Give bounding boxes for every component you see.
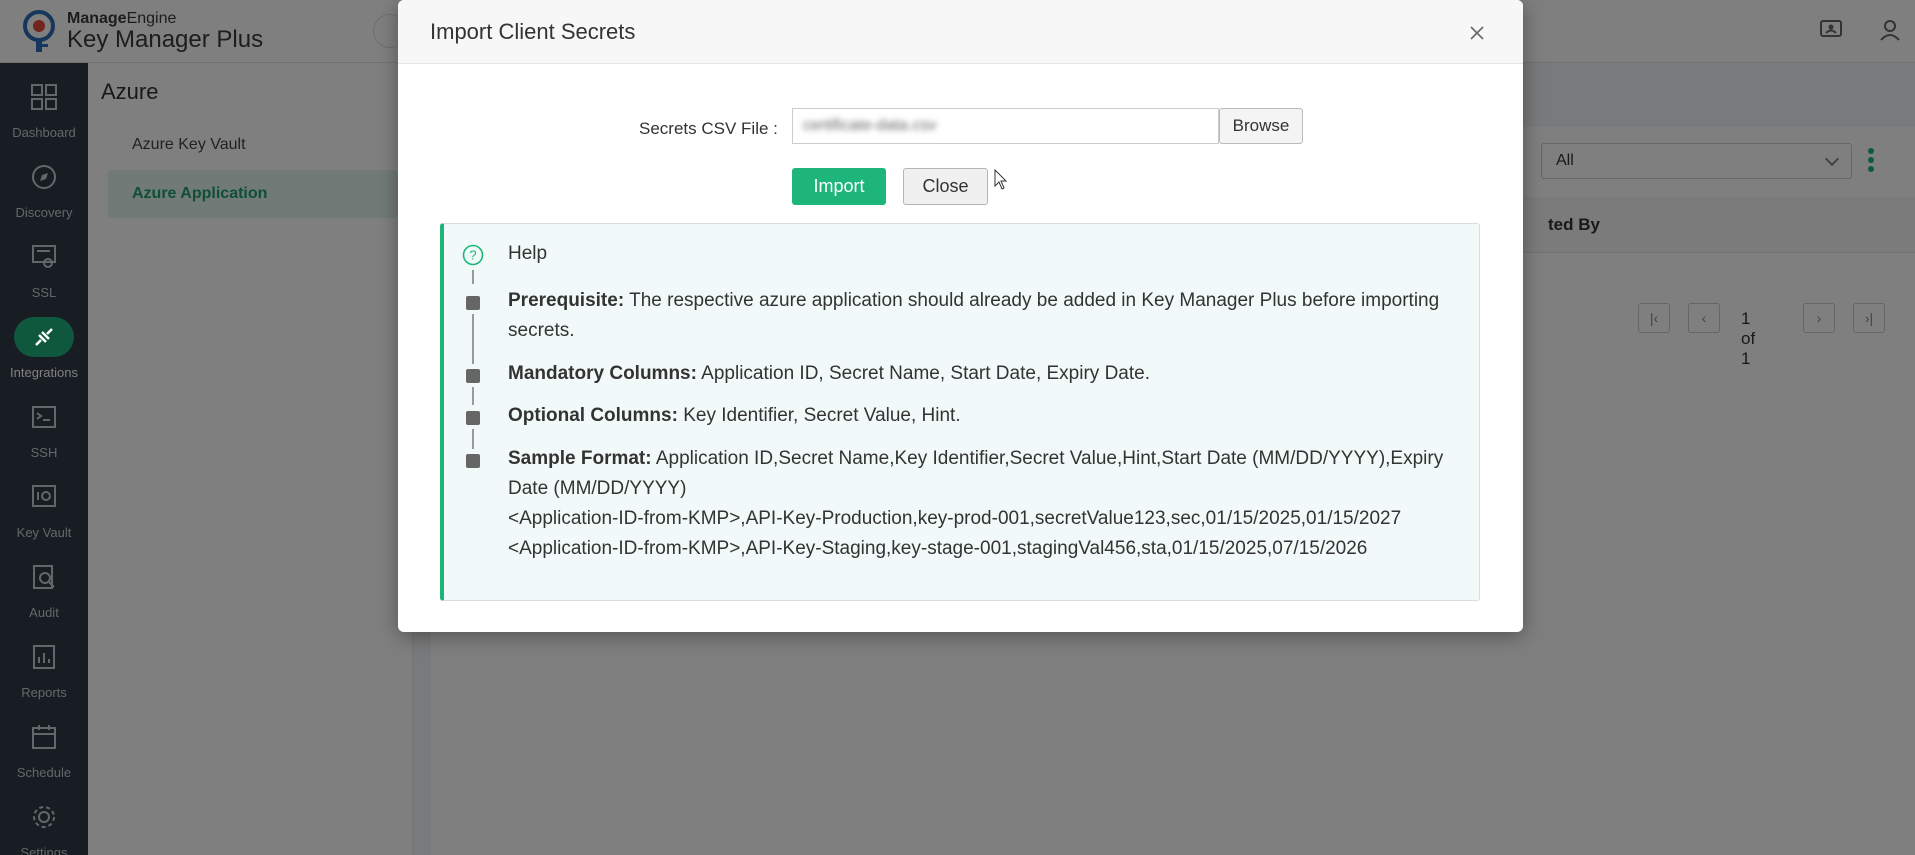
help-item-text: Key Identifier, Secret Value, Hint.	[677, 405, 961, 426]
bullet-marker	[466, 296, 480, 310]
help-item-text: The respective azure application should …	[508, 290, 1440, 341]
import-client-secrets-dialog: Import Client Secrets Secrets CSV File :…	[398, 0, 1523, 632]
help-item-heading: Sample Format:	[508, 448, 652, 469]
sample-line: <Application-ID-from-KMP>,API-Key-Produc…	[508, 508, 1402, 529]
plug-icon	[35, 328, 53, 346]
help-item-sample-format: Sample Format: Application ID,Secret Nam…	[508, 444, 1468, 564]
bullet-marker	[466, 411, 480, 425]
sample-line: <Application-ID-from-KMP>,API-Key-Stagin…	[508, 538, 1368, 559]
dialog-header: Import Client Secrets	[398, 0, 1523, 64]
help-item-heading: Mandatory Columns:	[508, 363, 697, 384]
help-item-text: Application ID, Secret Name, Start Date,…	[696, 363, 1150, 384]
timeline-connector	[472, 429, 474, 449]
svg-text:?: ?	[469, 248, 476, 263]
selected-file-name: certificate-data.csv	[803, 117, 937, 134]
close-button[interactable]: Close	[903, 168, 988, 205]
help-item-heading: Optional Columns:	[508, 405, 678, 426]
close-icon[interactable]	[1469, 25, 1485, 41]
dialog-title: Import Client Secrets	[430, 19, 636, 44]
secrets-csv-file-label: Secrets CSV File :	[639, 119, 778, 138]
mouse-cursor-icon	[994, 169, 1008, 190]
timeline-connector	[472, 270, 474, 284]
help-title: Help	[508, 243, 548, 264]
help-item-optional-columns: Optional Columns: Key Identifier, Secret…	[508, 401, 1468, 431]
import-button[interactable]: Import	[792, 168, 886, 205]
bullet-marker	[466, 454, 480, 468]
timeline-connector	[472, 314, 474, 364]
browse-button[interactable]: Browse	[1219, 108, 1303, 144]
bullet-marker	[466, 369, 480, 383]
help-item-mandatory-columns: Mandatory Columns: Application ID, Secre…	[508, 359, 1468, 389]
help-circle-icon: ?	[462, 244, 484, 266]
secrets-csv-file-input[interactable]: certificate-data.csv	[792, 108, 1219, 144]
help-item-prerequisite: Prerequisite: The respective azure appli…	[508, 286, 1468, 346]
timeline-connector	[472, 387, 474, 405]
help-panel: ? Help Prerequisite: The respective azur…	[440, 223, 1480, 601]
help-item-heading: Prerequisite:	[508, 290, 625, 311]
